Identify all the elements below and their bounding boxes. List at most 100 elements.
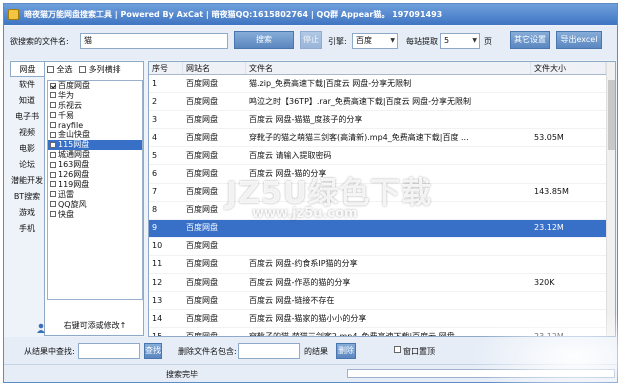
site-label: rayfile xyxy=(58,120,84,130)
status-text: 搜索完毕 xyxy=(166,370,198,379)
site-checkbox[interactable] xyxy=(50,181,56,188)
site-label: 迅雷 xyxy=(58,189,74,199)
table-row[interactable]: 5 百度网盘 百度云 请输入提取密码 xyxy=(149,147,615,166)
delete-input[interactable] xyxy=(238,343,300,359)
search-input[interactable]: 猫 xyxy=(80,33,228,49)
site-item[interactable]: 华为 xyxy=(48,91,142,101)
select-all-label: 全选 xyxy=(56,65,73,74)
table-row[interactable]: 1 百度网盘 猫.zip_免费高速下载|百度云 网盘-分享无限制 xyxy=(149,75,615,94)
cell-site: 百度网盘 xyxy=(186,313,218,323)
col-header-size[interactable]: 文件大小 xyxy=(531,62,606,74)
category-tab[interactable]: 游戏 xyxy=(10,205,44,221)
title-bar: 暗夜猫万能网盘搜索工具 | Powered By AxCat | 暗夜猫QQ:1… xyxy=(4,4,617,25)
engine-select[interactable]: 百度 ▼ xyxy=(352,33,398,49)
site-checkbox[interactable] xyxy=(50,112,56,119)
site-checkbox[interactable] xyxy=(50,82,56,89)
site-label: 快盘 xyxy=(58,209,74,219)
user-icon[interactable] xyxy=(37,323,45,333)
category-tab[interactable]: 手机 xyxy=(10,221,44,237)
search-label: 欲搜索的文件名: xyxy=(10,37,69,46)
site-item[interactable]: 快盘 xyxy=(48,210,142,220)
delete-button[interactable]: 删除 xyxy=(336,343,356,359)
cell-size: 53.05M xyxy=(534,132,564,142)
site-item[interactable]: 126网盘 xyxy=(48,170,142,180)
site-item[interactable]: 百度网盘 xyxy=(48,81,142,91)
cell-site: 百度网盘 xyxy=(186,331,218,337)
site-item[interactable]: QQ旋风 xyxy=(48,200,142,210)
col-header-filename[interactable]: 文件名 xyxy=(246,62,531,74)
find-input[interactable] xyxy=(78,343,140,359)
category-tabs: 网盘 软件 知道 电子书 视频 电影 论坛 潜能开发 BT搜索 游戏 手机 xyxy=(10,61,44,319)
watermark-url: www.jz5u.com xyxy=(252,206,358,221)
category-tab[interactable]: 潜能开发 xyxy=(10,173,44,189)
cell-site: 百度网盘 xyxy=(186,96,218,106)
stop-button[interactable]: 停止 xyxy=(300,31,322,49)
col-header-site[interactable]: 网站名 xyxy=(183,62,246,74)
site-item[interactable]: 163网盘 xyxy=(48,160,142,170)
table-row[interactable]: 12 百度网盘 百度云 网盘-作恶的猫的分享 320K xyxy=(149,274,615,293)
table-row[interactable]: 10 百度网盘 xyxy=(149,238,615,256)
site-item[interactable]: 金山快盘 xyxy=(48,130,142,140)
cell-filename: 百度云 网盘-链接不存在 xyxy=(249,295,335,305)
category-tab[interactable]: 电子书 xyxy=(10,109,44,125)
export-excel-button[interactable]: 导出excel xyxy=(556,31,602,49)
site-checkbox[interactable] xyxy=(50,102,56,109)
search-button[interactable]: 搜索 xyxy=(234,31,294,49)
cell-index: 14 xyxy=(152,313,163,323)
site-item[interactable]: 城通网盘 xyxy=(48,150,142,160)
site-label: 119网盘 xyxy=(58,179,90,189)
settings-button[interactable]: 其它设置 xyxy=(510,31,550,49)
pages-select[interactable]: 5 ▼ xyxy=(440,33,480,49)
table-row[interactable]: 4 百度网盘 穿靴子的猫之萌猫三剑客(高清新).mp4_免费高速下载|百度 ... 5… xyxy=(149,129,615,148)
cell-index: 7 xyxy=(152,187,158,197)
site-item[interactable]: 119网盘 xyxy=(48,180,142,190)
site-label: 115网盘 xyxy=(58,140,90,150)
col-header-index[interactable]: 序号 xyxy=(149,62,183,74)
find-button[interactable]: 查找 xyxy=(144,343,162,359)
site-checkbox[interactable] xyxy=(50,201,56,208)
chevron-down-icon: ▼ xyxy=(390,37,395,44)
category-tab[interactable]: 视频 xyxy=(10,125,44,141)
table-row[interactable]: 3 百度网盘 百度云 网盘-猫猫_度孩子的分享 xyxy=(149,111,615,130)
site-checkbox[interactable] xyxy=(50,211,56,218)
select-all-checkbox[interactable] xyxy=(47,66,54,73)
category-tab[interactable]: 电影 xyxy=(10,141,44,157)
site-item[interactable]: 115网盘 xyxy=(48,140,142,151)
site-checkbox[interactable] xyxy=(50,122,56,129)
table-row[interactable]: 11 百度网盘 百度云 网盘-约食系IP猫的分享 xyxy=(149,256,615,275)
ontop-checkbox[interactable] xyxy=(394,346,401,353)
category-tab[interactable]: BT搜索 xyxy=(10,189,44,205)
cell-index: 4 xyxy=(152,132,158,142)
site-item[interactable]: 千易 xyxy=(48,111,142,121)
category-tab[interactable]: 网盘 xyxy=(10,61,44,77)
site-item[interactable]: 乐视云 xyxy=(48,101,142,111)
pages-value: 5 xyxy=(444,36,450,45)
site-checkbox[interactable] xyxy=(50,151,56,158)
engine-label: 引擎: xyxy=(328,37,347,46)
site-item[interactable]: rayfile xyxy=(48,121,142,131)
cell-size: 320K xyxy=(534,277,555,287)
toolbar: 欲搜索的文件名: 猫 搜索 停止 引擎: 百度 ▼ 每站提取 5 ▼ 页 其它设置 … xyxy=(4,26,617,60)
table-row[interactable]: 2 百度网盘 鸣泣之时【36TP】.rar_免费高速下载|百度云 网盘-分享无限制 xyxy=(149,93,615,112)
cell-filename: 穿靴子的猫之萌猫三剑客(高清新).mp4_免费高速下载|百度 ... xyxy=(249,132,469,142)
vertical-scrollbar[interactable] xyxy=(606,62,615,336)
site-item[interactable]: 迅雷 xyxy=(48,190,142,200)
category-tab[interactable]: 论坛 xyxy=(10,157,44,173)
site-checkbox[interactable] xyxy=(50,191,56,198)
category-tab[interactable]: 知道 xyxy=(10,93,44,109)
site-checkbox[interactable] xyxy=(50,161,56,168)
table-row[interactable]: 9 百度网盘 23.12M xyxy=(149,219,615,238)
cell-site: 百度网盘 xyxy=(186,241,218,251)
site-checkbox[interactable] xyxy=(50,141,56,148)
site-list: 百度网盘 华为 乐视云 千易 rayfile 金山快盘 115网盘 城通网盘 163网盘 126网… xyxy=(47,80,143,300)
site-checkbox[interactable] xyxy=(50,92,56,99)
cell-site: 百度网盘 xyxy=(186,78,218,88)
site-checkbox[interactable] xyxy=(50,131,56,138)
category-tab[interactable]: 软件 xyxy=(10,77,44,93)
table-row[interactable]: 13 百度网盘 百度云 网盘-链接不存在 xyxy=(149,292,615,311)
cell-filename: 百度云 网盘-作恶的猫的分享 xyxy=(249,277,351,287)
pages-unit: 页 xyxy=(484,37,492,46)
site-checkbox[interactable] xyxy=(50,171,56,178)
multi-col-checkbox[interactable] xyxy=(79,66,87,73)
scroll-thumb[interactable] xyxy=(608,80,615,150)
